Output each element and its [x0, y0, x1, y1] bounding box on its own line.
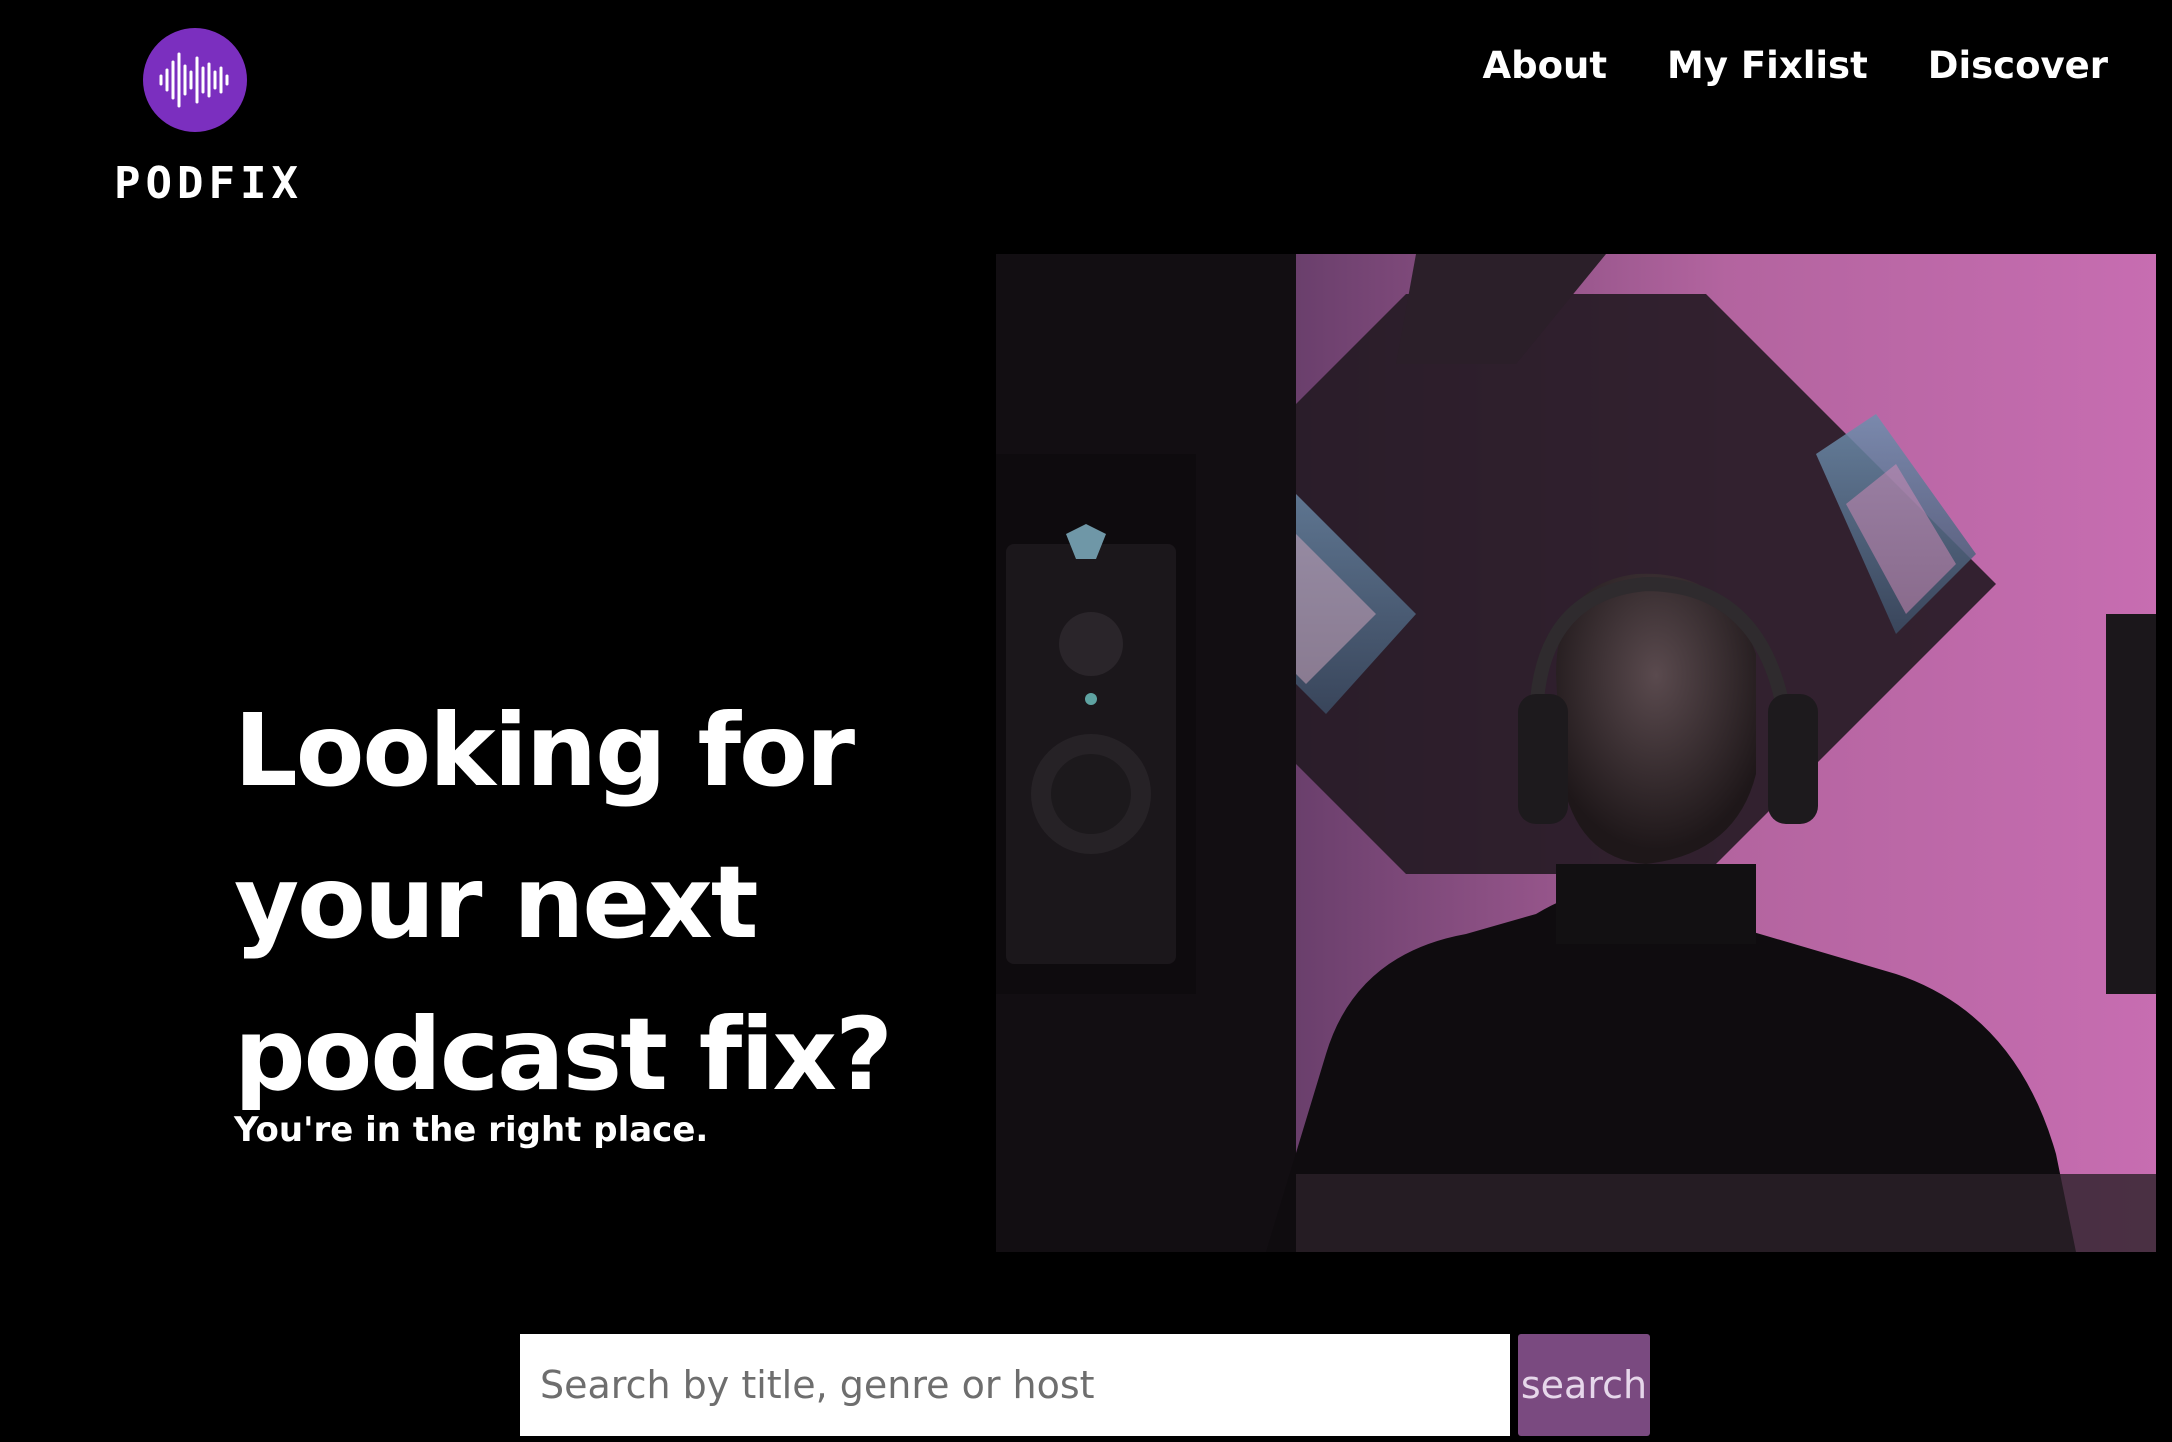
main-nav: About My Fixlist Discover	[1482, 40, 2108, 92]
podfix-logo[interactable]: PODFIX	[110, 28, 303, 209]
hero-title-line-3: podcast fix?	[234, 996, 893, 1113]
nav-link-my-fixlist[interactable]: My Fixlist	[1667, 40, 1868, 92]
search-bar: search	[520, 1334, 1650, 1436]
nav-link-about[interactable]: About	[1482, 40, 1607, 92]
hero-subtitle: You're in the right place.	[234, 1110, 709, 1150]
logo-wordmark: PODFIX	[114, 158, 303, 209]
soundwave-icon	[143, 28, 247, 132]
search-input[interactable]	[520, 1334, 1510, 1436]
nav-link-discover[interactable]: Discover	[1928, 40, 2108, 92]
hero-title-line-2: your next	[234, 844, 759, 961]
hero-title: Looking for your next podcast fix?	[234, 675, 954, 1131]
hero-image	[996, 254, 2156, 1252]
search-button[interactable]: search	[1518, 1334, 1650, 1436]
hero-title-line-1: Looking for	[234, 692, 855, 809]
